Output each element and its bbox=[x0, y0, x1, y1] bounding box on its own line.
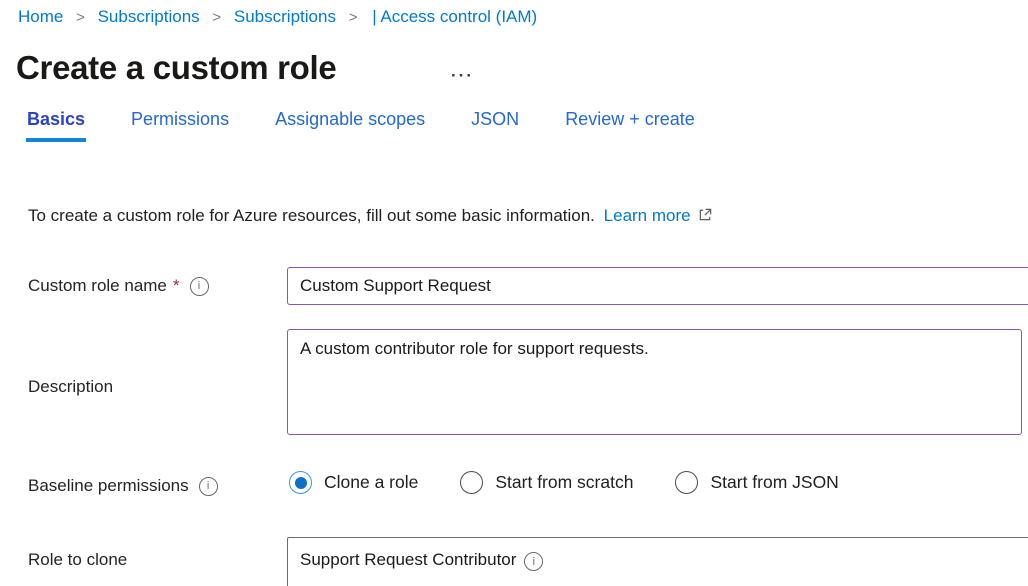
tab-basics[interactable]: Basics bbox=[26, 109, 86, 142]
page-title: Create a custom role bbox=[16, 49, 336, 87]
external-link-icon bbox=[698, 207, 713, 222]
role-to-clone-label: Role to clone bbox=[28, 550, 127, 570]
breadcrumb-separator: > bbox=[349, 9, 358, 26]
breadcrumb-current-access-control-iam: | Access control (IAM) bbox=[372, 7, 537, 26]
breadcrumb-subscriptions[interactable]: Subscriptions bbox=[98, 7, 200, 26]
radio-clone-a-role[interactable]: Clone a role bbox=[289, 471, 418, 494]
custom-role-name-input[interactable] bbox=[287, 267, 1028, 305]
intro-text: To create a custom role for Azure resour… bbox=[28, 206, 595, 225]
role-to-clone-value: Support Request Contributor bbox=[300, 550, 516, 570]
breadcrumb-separator: > bbox=[212, 9, 221, 26]
radio-label: Start from scratch bbox=[495, 472, 633, 493]
create-custom-role-page: Home > Subscriptions > Subscriptions > |… bbox=[0, 0, 1028, 586]
radio-start-from-scratch[interactable]: Start from scratch bbox=[460, 471, 633, 494]
learn-more-link[interactable]: Learn more bbox=[604, 206, 691, 225]
required-asterisk: * bbox=[173, 276, 180, 296]
breadcrumb-home[interactable]: Home bbox=[18, 7, 63, 26]
tab-bar: Basics Permissions Assignable scopes JSO… bbox=[26, 109, 696, 142]
custom-role-name-label-text: Custom role name bbox=[28, 276, 167, 296]
baseline-permissions-label: Baseline permissions bbox=[28, 476, 218, 496]
more-menu-button[interactable]: ··· bbox=[447, 64, 478, 88]
custom-role-name-label: Custom role name * bbox=[28, 276, 209, 296]
tab-permissions[interactable]: Permissions bbox=[130, 109, 230, 142]
baseline-permissions-label-text: Baseline permissions bbox=[28, 476, 189, 496]
radio-dot bbox=[295, 477, 307, 489]
radio-label: Clone a role bbox=[324, 472, 418, 493]
tab-review-create[interactable]: Review + create bbox=[564, 109, 696, 142]
tab-assignable-scopes[interactable]: Assignable scopes bbox=[274, 109, 426, 142]
baseline-permissions-radio-group: Clone a role Start from scratch Start fr… bbox=[289, 471, 839, 494]
radio-button-icon bbox=[289, 471, 312, 494]
breadcrumb: Home > Subscriptions > Subscriptions > |… bbox=[18, 7, 537, 27]
radio-start-from-json[interactable]: Start from JSON bbox=[675, 471, 838, 494]
breadcrumb-subscriptions-2[interactable]: Subscriptions bbox=[234, 7, 336, 26]
radio-label: Start from JSON bbox=[710, 472, 838, 493]
radio-button-icon bbox=[675, 471, 698, 494]
intro-paragraph: To create a custom role for Azure resour… bbox=[28, 206, 713, 226]
description-textarea[interactable]: A custom contributor role for support re… bbox=[287, 329, 1022, 435]
info-icon[interactable] bbox=[199, 477, 218, 496]
radio-button-icon bbox=[460, 471, 483, 494]
role-to-clone-dropdown[interactable]: Support Request Contributor bbox=[287, 537, 1028, 586]
description-label: Description bbox=[28, 377, 113, 397]
info-icon[interactable] bbox=[524, 552, 543, 571]
info-icon[interactable] bbox=[190, 277, 209, 296]
breadcrumb-separator: > bbox=[76, 9, 85, 26]
tab-json[interactable]: JSON bbox=[470, 109, 520, 142]
